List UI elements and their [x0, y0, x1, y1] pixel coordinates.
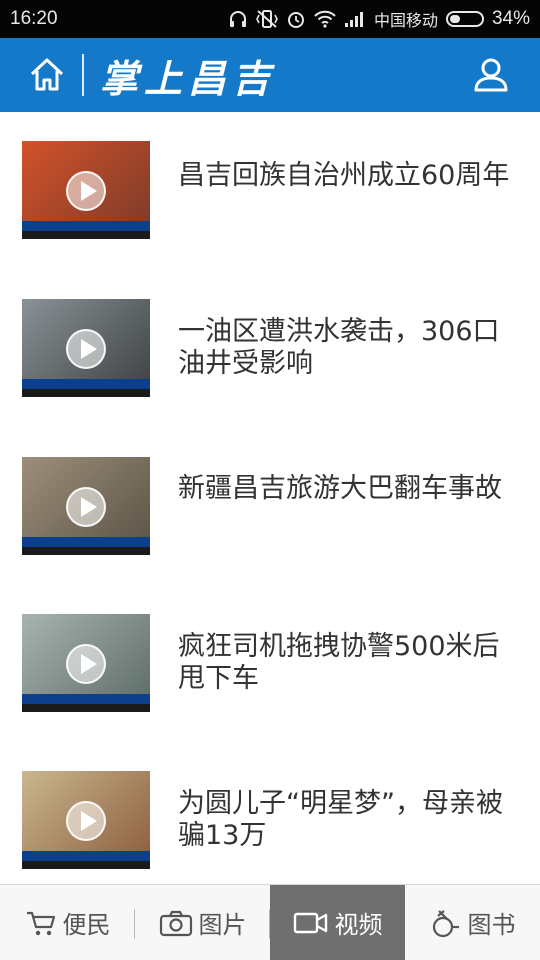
status-bar: 16:20 中国移动 34%	[0, 0, 540, 38]
nav-tab-shipin[interactable]: 视频	[270, 885, 405, 960]
video-thumbnail[interactable]	[22, 299, 150, 397]
signal-icon	[344, 10, 366, 28]
status-time: 16:20	[10, 8, 58, 29]
list-item[interactable]: 一油区遭洪水袭击，306口油井受影响	[0, 278, 540, 418]
thumbnail-ticker	[22, 861, 150, 869]
video-camera-icon	[293, 912, 327, 933]
thumbnail-ticker	[22, 851, 150, 861]
video-thumbnail[interactable]	[22, 614, 150, 712]
app-title: 掌上昌吉	[100, 55, 277, 101]
nav-label: 便民	[62, 911, 111, 939]
play-icon	[66, 487, 106, 527]
thumbnail-ticker	[22, 537, 150, 547]
header-divider	[82, 54, 84, 96]
news-title[interactable]: 疯狂司机拖拽协警500米后甩下车	[178, 631, 518, 695]
thumbnail-ticker	[22, 379, 150, 389]
video-news-list: 昌吉回族自治州成立60周年 一油区遭洪水袭击，306口油井受影响 新疆昌吉旅游大…	[0, 112, 540, 884]
news-title[interactable]: 昌吉回族自治州成立60周年	[178, 160, 518, 192]
thumbnail-ticker	[22, 221, 150, 231]
list-item[interactable]: 疯狂司机拖拽协警500米后甩下车	[0, 593, 540, 733]
home-icon	[30, 58, 64, 91]
video-thumbnail[interactable]	[22, 457, 150, 555]
headphones-icon	[228, 9, 248, 29]
nav-tab-bianmin[interactable]: 便民	[0, 885, 135, 960]
carrier-name: 中国移动	[373, 13, 438, 30]
user-button[interactable]	[456, 38, 526, 112]
play-icon	[66, 801, 106, 841]
play-icon	[66, 171, 106, 211]
play-icon	[66, 329, 106, 369]
book-icon	[432, 909, 459, 937]
home-button[interactable]	[16, 38, 78, 112]
thumbnail-ticker	[22, 694, 150, 704]
thumbnail-ticker	[22, 704, 150, 712]
nav-label: 视频	[334, 911, 383, 939]
nav-tab-tushu[interactable]: 图书	[405, 885, 540, 960]
news-title[interactable]: 一油区遭洪水袭击，306口油井受影响	[178, 316, 518, 380]
video-thumbnail[interactable]	[22, 771, 150, 869]
battery-percent: 34%	[491, 8, 530, 29]
list-item[interactable]: 为圆儿子“明星梦”，母亲被骗13万	[0, 750, 540, 884]
thumbnail-ticker	[22, 389, 150, 397]
wifi-icon	[314, 10, 336, 28]
bottom-nav: 便民 图片 视频 图书	[0, 884, 540, 960]
nav-tab-tupian[interactable]: 图片	[135, 885, 270, 960]
battery-icon	[445, 11, 484, 27]
nav-label: 图书	[467, 911, 516, 939]
news-title[interactable]: 新疆昌吉旅游大巴翻车事故	[178, 473, 518, 505]
cart-icon	[26, 911, 55, 935]
video-thumbnail[interactable]	[22, 141, 150, 239]
nav-label: 图片	[198, 911, 247, 939]
alarm-icon	[286, 9, 306, 29]
app-header: 掌上昌吉	[0, 38, 540, 112]
vibrate-off-icon	[256, 9, 278, 29]
play-icon	[66, 644, 106, 684]
user-icon	[474, 58, 508, 92]
list-item[interactable]: 新疆昌吉旅游大巴翻车事故	[0, 435, 540, 575]
news-title[interactable]: 为圆儿子“明星梦”，母亲被骗13万	[178, 788, 518, 852]
camera-icon	[159, 910, 192, 936]
status-icons: 中国移动 34%	[228, 7, 530, 31]
thumbnail-ticker	[22, 231, 150, 239]
thumbnail-ticker	[22, 547, 150, 555]
battery-level	[449, 15, 460, 23]
list-item[interactable]: 昌吉回族自治州成立60周年	[0, 120, 540, 260]
